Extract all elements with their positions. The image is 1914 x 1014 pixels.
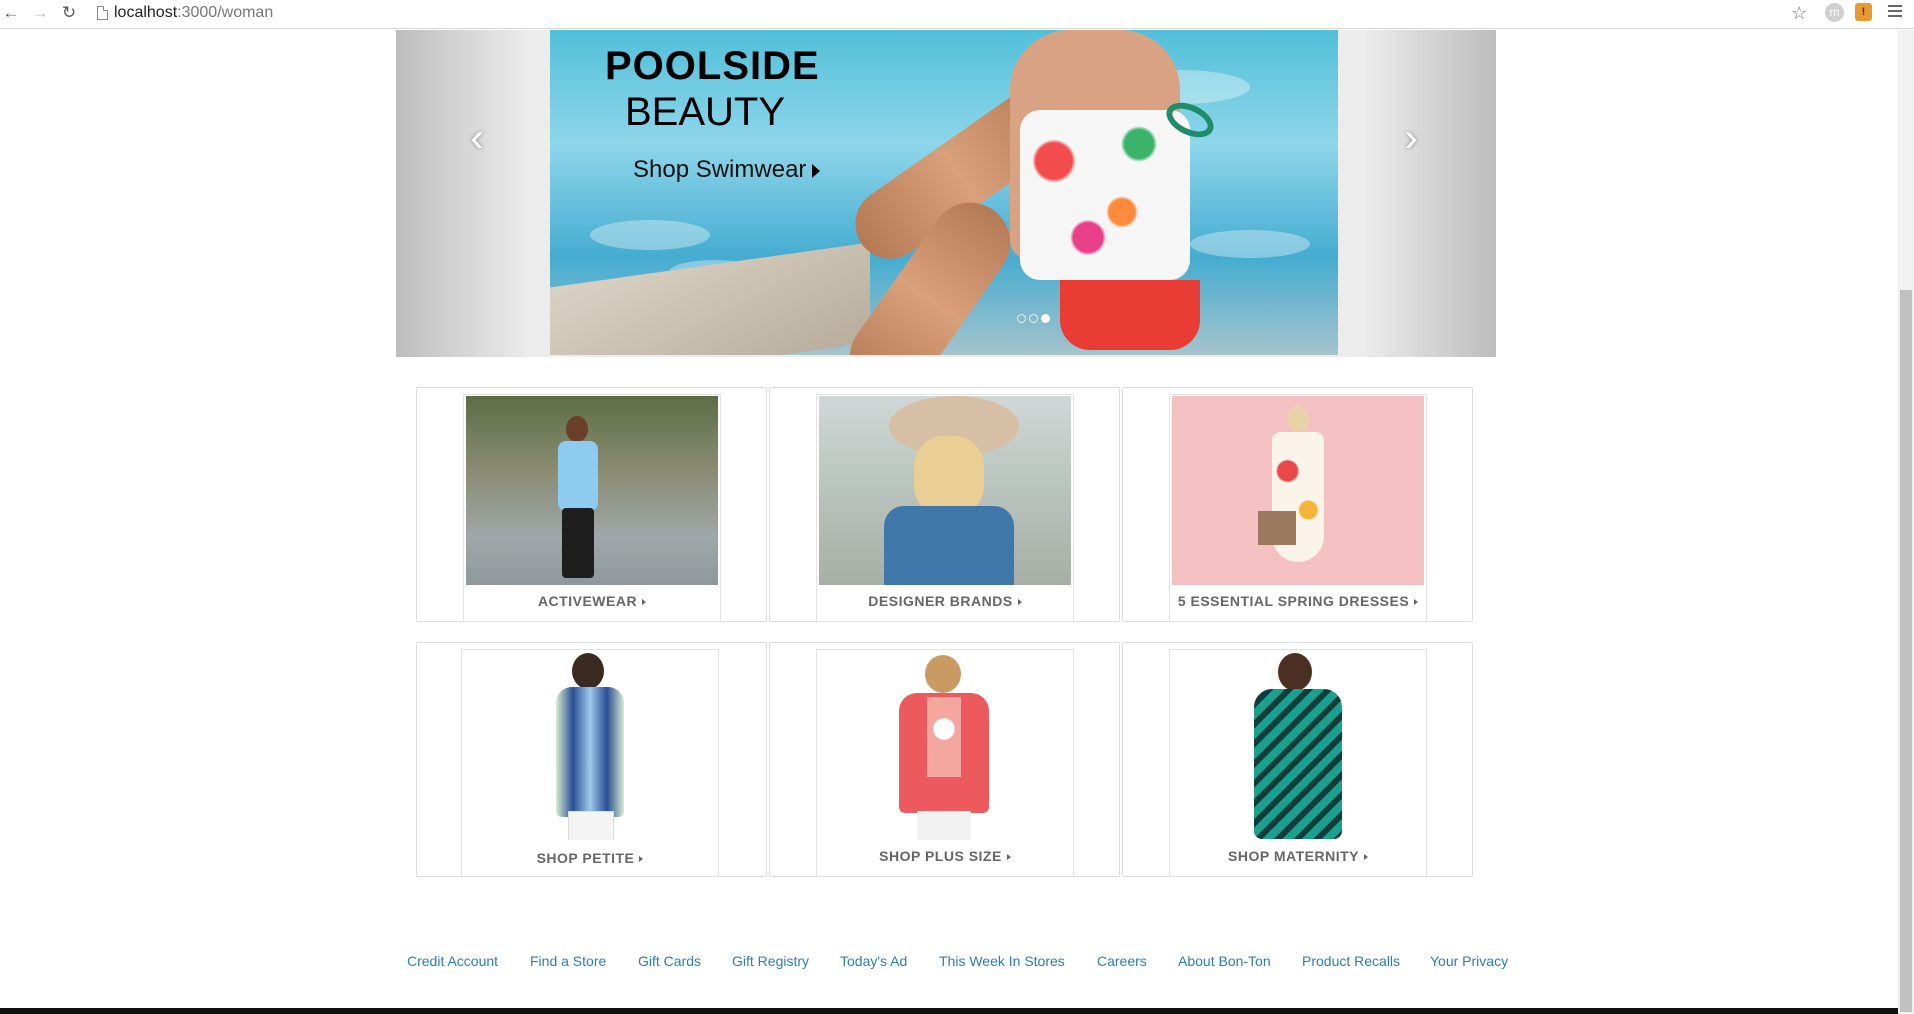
hero-carousel: POOLSIDE BEAUTY Shop Swimwear ‹ › xyxy=(396,30,1496,357)
tile-label: 5 ESSENTIAL SPRING DRESSES xyxy=(1170,593,1426,609)
carousel-dot[interactable] xyxy=(1029,314,1038,323)
browser-toolbar: ← → ↻ localhost:3000/woman ☆ m ! xyxy=(0,0,1914,29)
footer-link-find-a-store[interactable]: Find a Store xyxy=(530,953,606,969)
carousel-dot[interactable] xyxy=(1017,314,1026,323)
tile-frame: SHOP MATERNITY xyxy=(1169,649,1427,877)
tile-label: ACTIVEWEAR xyxy=(464,593,720,609)
carousel-dot-active[interactable] xyxy=(1041,314,1050,323)
shop-swimwear-link[interactable]: Shop Swimwear xyxy=(633,156,821,184)
tile-frame: SHOP PETITE xyxy=(461,649,719,877)
scrollbar-thumb[interactable] xyxy=(1900,290,1912,1012)
footer-link-your-privacy[interactable]: Your Privacy xyxy=(1430,953,1508,969)
carousel-dots xyxy=(1017,310,1053,328)
bookmark-star-icon[interactable]: ☆ xyxy=(1791,2,1807,24)
tile-label: SHOP PLUS SIZE xyxy=(817,848,1073,864)
caret-right-icon xyxy=(639,856,644,863)
footer-link-gift-registry[interactable]: Gift Registry xyxy=(732,953,809,969)
tile-spring-dresses[interactable]: 5 ESSENTIAL SPRING DRESSES xyxy=(1122,387,1473,622)
maternity-image xyxy=(1172,651,1424,840)
plus-size-image xyxy=(819,651,1071,840)
footer-link-about-bon-ton[interactable]: About Bon-Ton xyxy=(1178,953,1271,969)
tile-label-text: SHOP PETITE xyxy=(536,850,635,866)
carousel-prev-arrow-icon[interactable]: ‹ xyxy=(462,118,492,158)
petite-image xyxy=(464,651,716,840)
hero-title-line1: POOLSIDE xyxy=(605,44,820,88)
address-bar[interactable]: localhost:3000/woman xyxy=(114,3,273,23)
tile-label: DESIGNER BRANDS xyxy=(817,593,1073,609)
url-path: :3000/woman xyxy=(177,4,274,21)
tile-frame: ACTIVEWEAR xyxy=(463,394,721,622)
footer-link-this-week-in-stores[interactable]: This Week In Stores xyxy=(939,953,1065,969)
tile-maternity[interactable]: SHOP MATERNITY xyxy=(1122,642,1473,877)
carousel-next-arrow-icon[interactable]: › xyxy=(1396,118,1426,158)
caret-right-icon xyxy=(1414,599,1419,606)
extension-m-icon[interactable]: m xyxy=(1825,3,1844,22)
activewear-image xyxy=(466,396,718,585)
spring-dresses-image xyxy=(1172,396,1424,585)
tile-label: SHOP MATERNITY xyxy=(1170,848,1426,864)
hero-slide[interactable]: POOLSIDE BEAUTY Shop Swimwear xyxy=(550,30,1338,355)
tile-designer-brands[interactable]: DESIGNER BRANDS xyxy=(769,387,1120,622)
caret-right-icon xyxy=(812,163,821,178)
tile-label-text: DESIGNER BRANDS xyxy=(868,593,1013,609)
caret-right-icon xyxy=(1363,854,1368,861)
designer-brands-image xyxy=(819,396,1071,585)
page-icon xyxy=(97,6,108,20)
tile-label-text: ACTIVEWEAR xyxy=(537,593,638,609)
footer-link-gift-cards[interactable]: Gift Cards xyxy=(638,953,701,969)
footer-link-product-recalls[interactable]: Product Recalls xyxy=(1302,953,1400,969)
extension-icon[interactable]: ! xyxy=(1855,3,1872,21)
bottom-bar xyxy=(0,1008,1898,1014)
tile-frame: 5 ESSENTIAL SPRING DRESSES xyxy=(1169,394,1427,622)
shop-swimwear-label: Shop Swimwear xyxy=(633,156,807,183)
footer-link-todays-ad[interactable]: Today's Ad xyxy=(840,953,907,969)
caret-right-icon xyxy=(642,599,647,606)
url-host: localhost xyxy=(114,4,178,21)
caret-right-icon xyxy=(1006,854,1011,861)
tile-plus-size[interactable]: SHOP PLUS SIZE xyxy=(769,642,1120,877)
hero-title-line2: BEAUTY xyxy=(624,90,786,134)
tile-label-text: SHOP MATERNITY xyxy=(1228,848,1359,864)
forward-icon[interactable]: → xyxy=(30,3,50,23)
tile-petite[interactable]: SHOP PETITE xyxy=(416,642,767,877)
reload-icon[interactable]: ↻ xyxy=(59,3,79,23)
footer-link-careers[interactable]: Careers xyxy=(1097,953,1147,969)
tile-label-text: SHOP PLUS SIZE xyxy=(879,848,1002,864)
browser-menu-icon[interactable] xyxy=(1888,5,1902,19)
back-icon[interactable]: ← xyxy=(1,3,21,23)
hero-model-image xyxy=(820,30,1240,355)
caret-right-icon xyxy=(1017,599,1022,606)
footer-link-credit-account[interactable]: Credit Account xyxy=(407,953,498,969)
tile-frame: SHOP PLUS SIZE xyxy=(816,649,1074,877)
tile-label-text: 5 ESSENTIAL SPRING DRESSES xyxy=(1177,593,1410,609)
tile-activewear[interactable]: ACTIVEWEAR xyxy=(416,387,767,622)
tile-frame: DESIGNER BRANDS xyxy=(816,394,1074,622)
tile-label: SHOP PETITE xyxy=(462,850,718,866)
